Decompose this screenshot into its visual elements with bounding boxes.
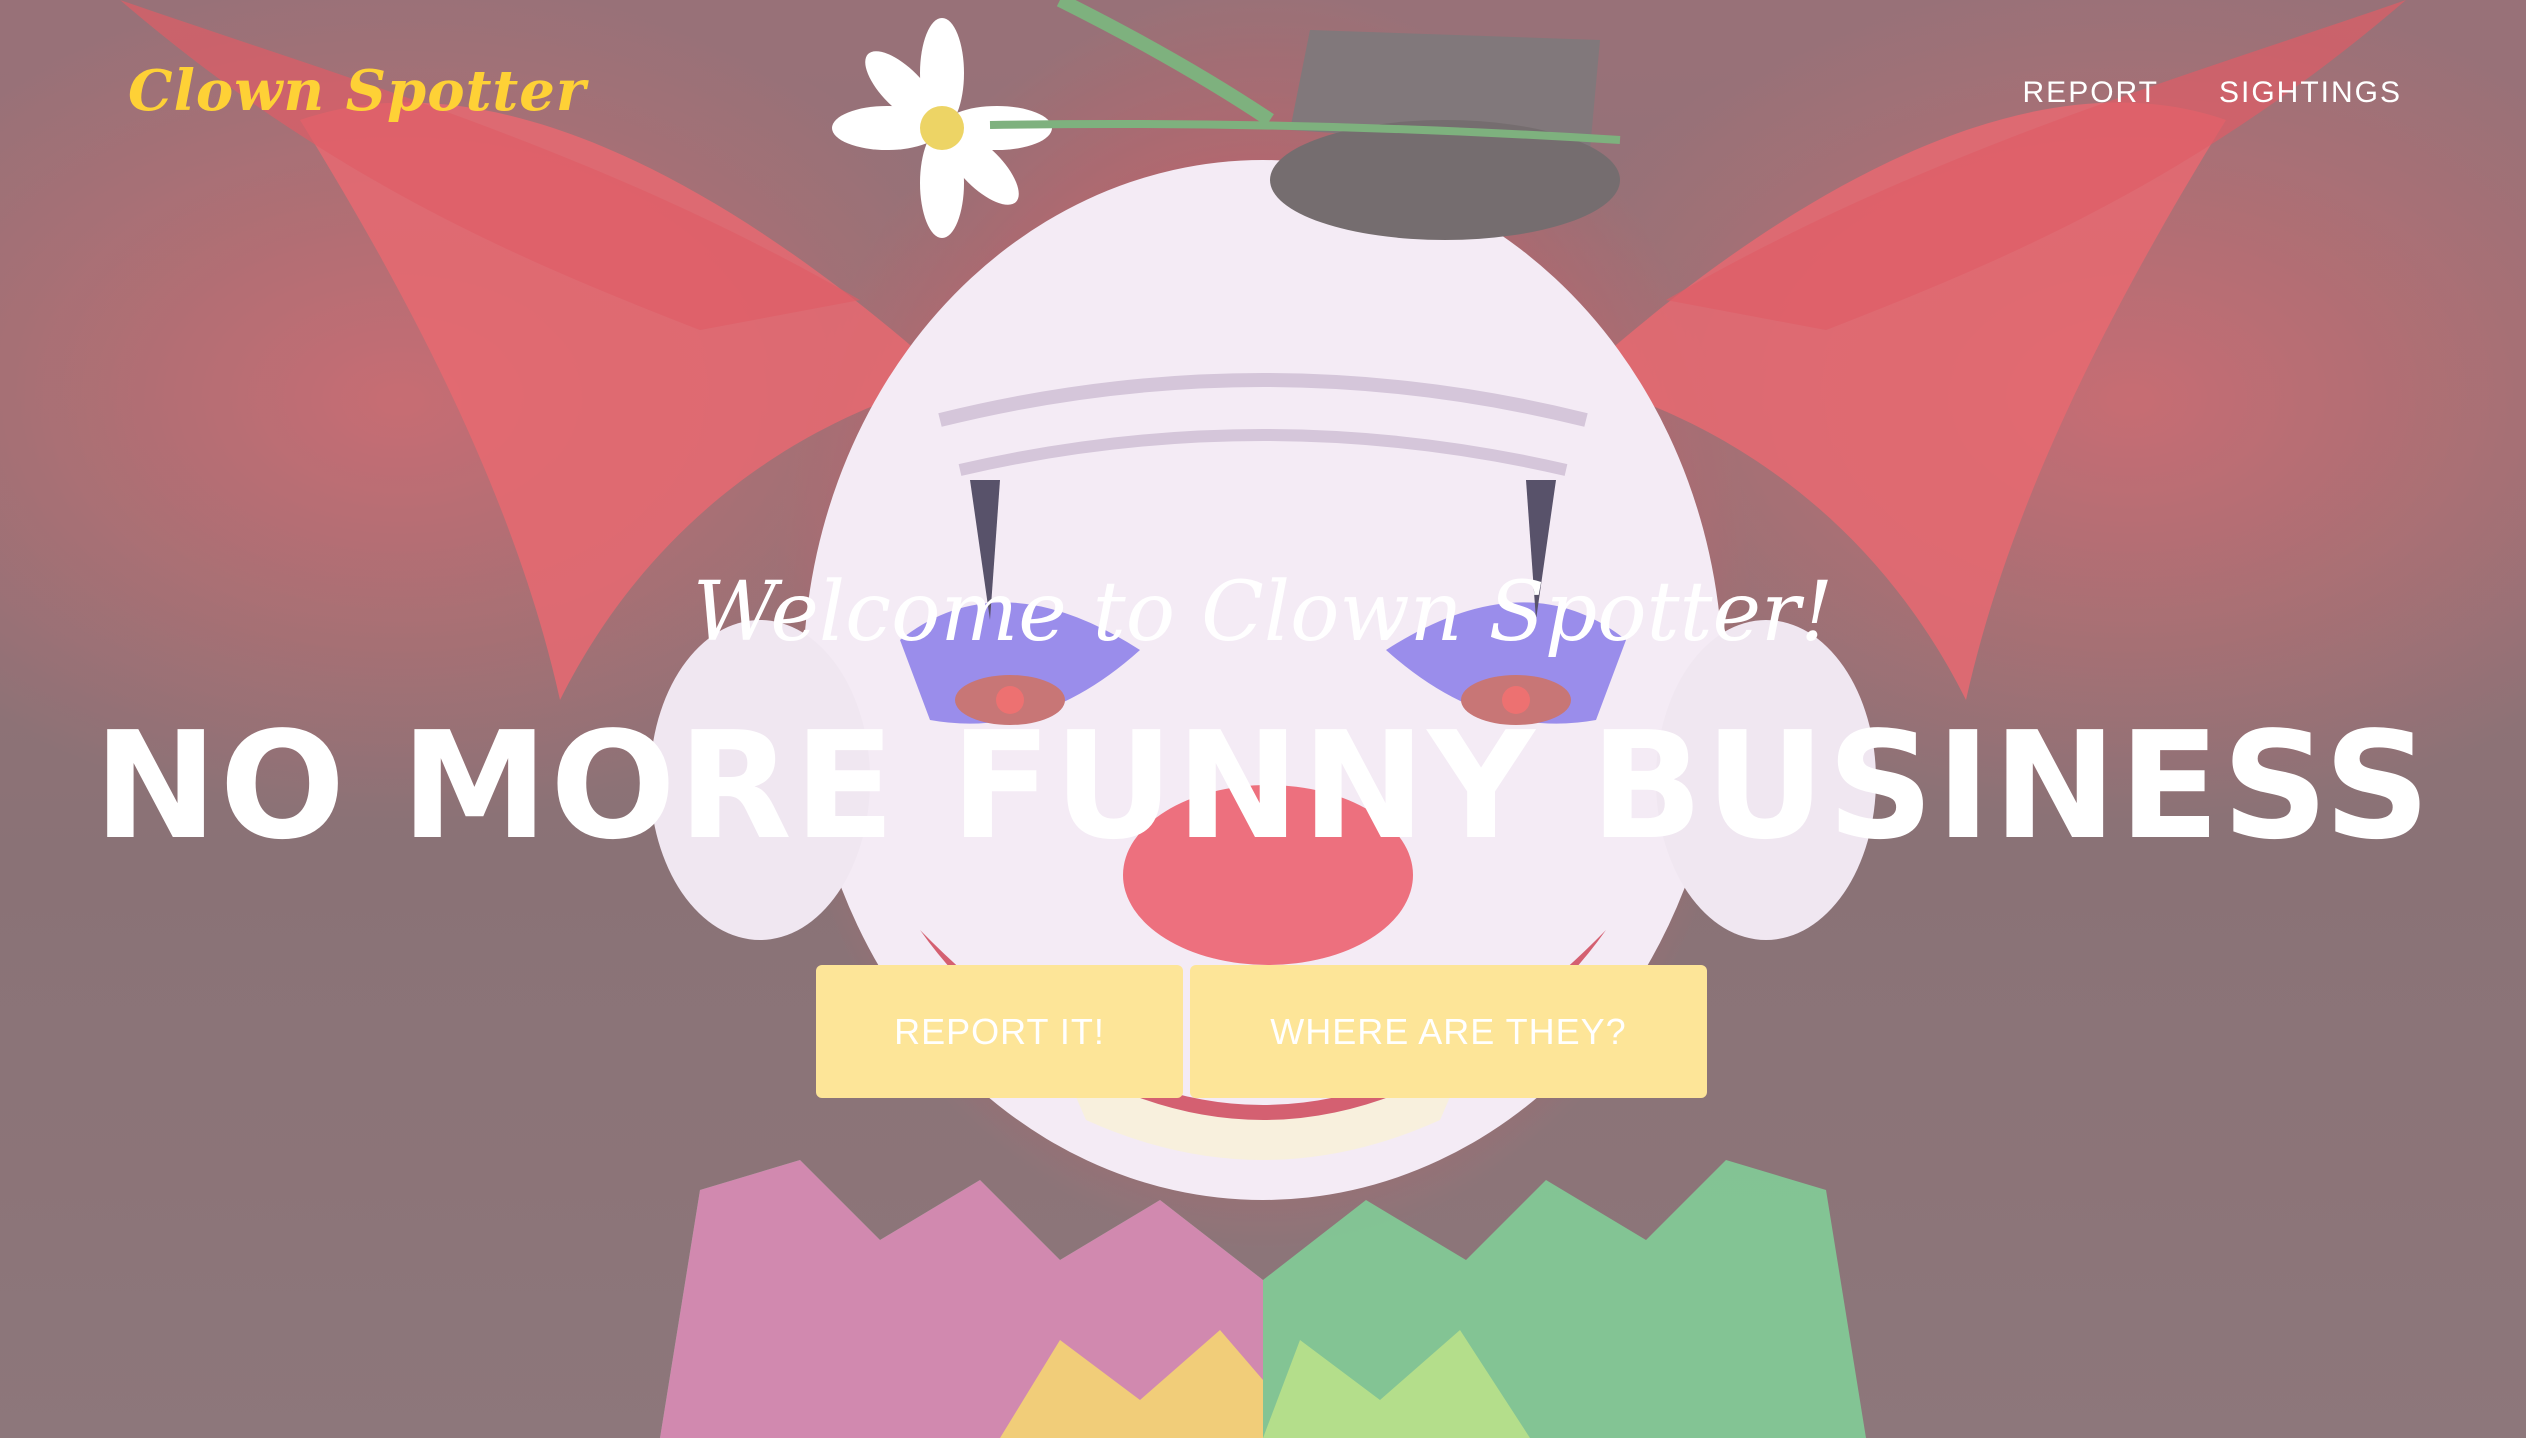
report-it-button[interactable]: REPORT IT! bbox=[816, 965, 1183, 1098]
hero-lead-in: Welcome to Clown Spotter! bbox=[692, 565, 1834, 660]
hero-button-group: REPORT IT! WHERE ARE THEY? bbox=[816, 965, 1707, 1098]
hero-heading: NO MORE FUNNY BUSINESS bbox=[93, 700, 2433, 872]
top-navbar: Clown Spotter REPORT SIGHTINGS bbox=[0, 0, 2526, 190]
nav-link-report[interactable]: REPORT bbox=[2023, 76, 2159, 110]
where-are-they-button[interactable]: WHERE ARE THEY? bbox=[1190, 965, 1707, 1098]
brand-logo[interactable]: Clown Spotter bbox=[128, 58, 586, 124]
nav-link-sightings[interactable]: SIGHTINGS bbox=[2219, 76, 2402, 110]
nav-links: REPORT SIGHTINGS bbox=[2023, 76, 2402, 110]
